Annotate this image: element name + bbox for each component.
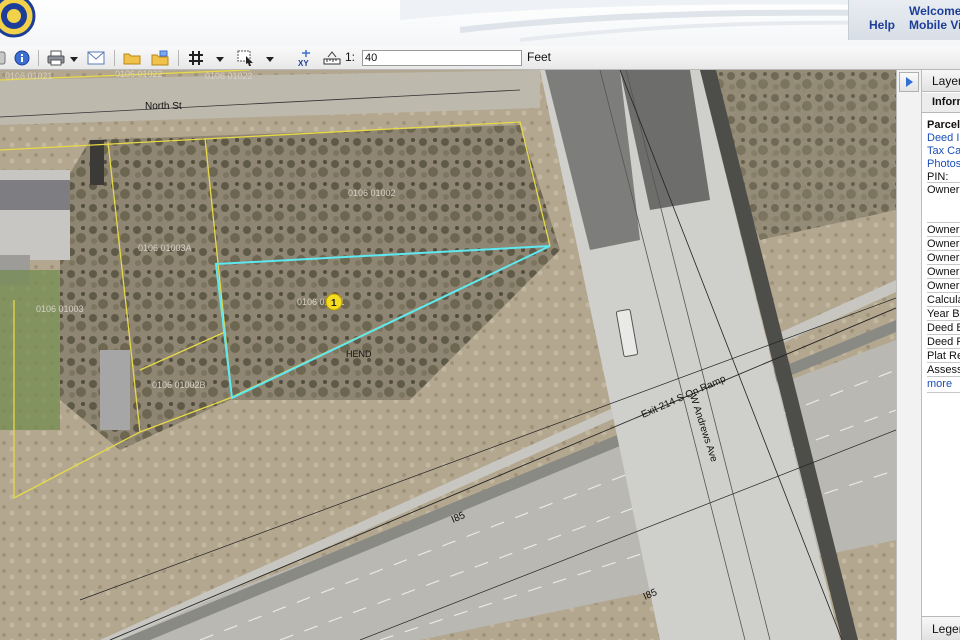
deed-info-link[interactable]: Deed I xyxy=(927,132,959,144)
selection-marker-pin-icon[interactable]: 1 xyxy=(325,293,343,311)
info-panel: Layers Information Parcel Deed I Tax Ca … xyxy=(922,70,960,640)
print-dropdown-chevron-down-icon[interactable] xyxy=(70,57,78,62)
map-canvas[interactable]: North St W Andrews Ave Exit 214 S On Ram… xyxy=(0,70,896,640)
marker-number: 1 xyxy=(331,298,337,309)
field-divider xyxy=(927,292,960,293)
toolbar-separator xyxy=(178,50,179,66)
help-link[interactable]: Help xyxy=(869,18,895,32)
info-icon[interactable] xyxy=(13,49,31,67)
select-tool-icon[interactable] xyxy=(236,49,256,67)
mobile-viewer-link[interactable]: Mobile Vi xyxy=(909,18,960,32)
field-divider xyxy=(927,320,960,321)
county-seal-logo xyxy=(0,0,36,38)
more-link[interactable]: more xyxy=(927,378,952,390)
field-divider xyxy=(927,306,960,307)
layers-folder-icon[interactable] xyxy=(150,49,170,67)
scale-input[interactable] xyxy=(362,50,522,66)
grid-dropdown-chevron-down-icon[interactable] xyxy=(216,57,224,62)
legend-title[interactable]: Legend xyxy=(932,622,960,636)
parcel-label: 0106 01003 xyxy=(36,304,84,314)
tab-information[interactable]: Information xyxy=(932,96,960,108)
toolbar-separator xyxy=(114,50,115,66)
field-label-plat-ref: Plat Re xyxy=(927,350,960,362)
field-label-owner: Owner xyxy=(927,280,960,292)
parcel-label: 0106 01022 xyxy=(205,71,253,81)
parcel-label: 0106 01002B xyxy=(152,380,206,390)
welcome-text: Welcome xyxy=(909,4,960,18)
measure-tool-icon[interactable] xyxy=(322,49,342,67)
grid-tool-icon[interactable] xyxy=(186,49,206,67)
open-folder-icon[interactable] xyxy=(122,49,142,67)
field-label-assessed: Assess xyxy=(927,364,960,376)
north-street-label: North St xyxy=(145,101,182,112)
parcel-label: 0106 01021 xyxy=(5,71,53,81)
field-divider xyxy=(927,236,960,237)
parcel-label: 0106 01022 xyxy=(115,70,163,79)
field-divider xyxy=(927,278,960,279)
field-divider xyxy=(927,264,960,265)
panel-toggle-strip xyxy=(896,70,922,640)
field-label-calculated: Calcula xyxy=(927,294,960,306)
photos-link[interactable]: Photos xyxy=(927,158,960,170)
app-header: Welcome Help Mobile Vi xyxy=(0,0,960,46)
field-label-owner: Owner xyxy=(927,238,960,250)
field-divider xyxy=(927,250,960,251)
svg-text:XY: XY xyxy=(298,59,309,67)
field-divider xyxy=(927,348,960,349)
field-divider xyxy=(927,376,960,377)
parcel-heading: Parcel xyxy=(927,119,960,131)
chevron-right-icon xyxy=(906,77,913,87)
field-label-owner: Owner xyxy=(927,184,960,196)
field-divider xyxy=(927,362,960,363)
tax-card-link[interactable]: Tax Ca xyxy=(927,145,960,157)
field-divider xyxy=(927,182,960,183)
lawn xyxy=(0,270,60,430)
toolbar-separator xyxy=(38,50,39,66)
print-icon[interactable] xyxy=(46,49,66,67)
field-label-owner: Owner xyxy=(927,266,960,278)
field-label-deed-page: Deed P xyxy=(927,336,960,348)
owner-tag-label: HEND xyxy=(346,349,372,359)
field-divider xyxy=(927,222,960,223)
field-label-owner: Owner xyxy=(927,252,960,264)
panel-title-layers[interactable]: Layers xyxy=(932,74,960,88)
field-label-owner: Owner xyxy=(927,224,960,236)
field-label-year-built: Year B xyxy=(927,308,960,320)
parcel-label: 0106 01003A xyxy=(138,243,192,253)
legend-bar: Legend xyxy=(922,616,960,640)
scale-unit-label: Feet xyxy=(527,50,552,64)
field-divider xyxy=(927,334,960,335)
panel-title-bar: Layers xyxy=(922,70,960,92)
shed-east xyxy=(100,350,130,430)
small-structure xyxy=(90,140,104,185)
scale-label: 1: xyxy=(345,50,356,64)
select-dropdown-chevron-down-icon[interactable] xyxy=(266,57,274,62)
email-icon[interactable] xyxy=(86,49,106,67)
aerial-map-view[interactable]: North St W Andrews Ave Exit 214 S On Ram… xyxy=(0,70,896,640)
expand-panel-button[interactable] xyxy=(899,72,919,92)
house-roof-dark xyxy=(0,180,70,210)
field-divider xyxy=(927,392,960,393)
field-label-deed-book: Deed B xyxy=(927,322,960,334)
panel-tab-bar: Information xyxy=(922,93,960,113)
parcel-label: 0106 01002 xyxy=(348,188,396,198)
pan-tool-icon[interactable] xyxy=(0,49,8,67)
xy-coordinate-icon[interactable]: XY xyxy=(296,49,316,67)
